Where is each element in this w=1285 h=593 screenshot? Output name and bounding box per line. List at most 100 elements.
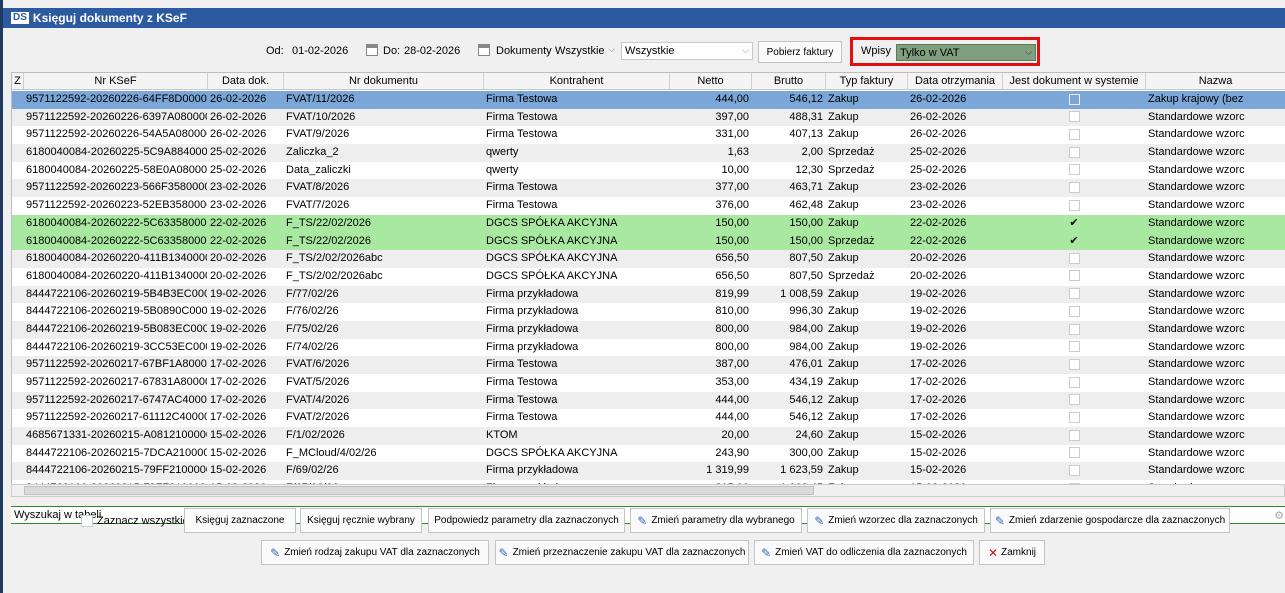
chevron-down-icon: ⌵: [742, 45, 749, 55]
zmien-rodzaj-button[interactable]: ✎ Zmień rodzaj zakupu VAT dla zaznaczonyc…: [261, 540, 489, 565]
table-cell: 150,00: [789, 216, 823, 229]
calendar-icon[interactable]: [366, 44, 378, 56]
column-header[interactable]: Netto: [670, 73, 752, 90]
table-header: Z Nr KSeF Data dok. Nr dokumentu Kontrahent N…: [12, 73, 1285, 90]
dokumenty-select[interactable]: Wszystkie ⌵: [552, 42, 618, 60]
table-cell: 353,00: [715, 376, 749, 388]
zmien-wzorzec-button[interactable]: ✎ Zmień wzorzec dla zaznaczonych: [807, 508, 985, 533]
checkbox-icon[interactable]: [1068, 323, 1080, 335]
checkbox-icon[interactable]: [1068, 270, 1080, 282]
column-header[interactable]: Data dok.: [208, 73, 284, 90]
column-header[interactable]: Nazwa: [1146, 73, 1285, 90]
table-row[interactable]: 9571122592-20260217-6747AC400000 17-02-20…: [12, 391, 1285, 410]
select-all-checkbox[interactable]: Zaznacz wszystkie: [81, 515, 189, 527]
table-cell: Zakup: [828, 181, 859, 194]
table-cell: FVAT/4/2026: [286, 393, 350, 406]
zmien-zdarzenie-button[interactable]: ✎ Zmień zdarzenie gospodarcze dla zaznacz…: [990, 508, 1230, 533]
table-cell: [12, 339, 24, 357]
table-cell: 9571122592-20260226-54A5A0800000: [26, 128, 208, 141]
table-row[interactable]: 8444722106-20260219-5B4B3EC00001 19-02-20…: [12, 285, 1285, 304]
table-cell: [1003, 250, 1146, 268]
column-header[interactable]: Jest dokument w systemie: [1003, 73, 1146, 90]
table-cell: F_TS/22/02/2026: [286, 216, 372, 229]
checkbox-icon[interactable]: [1068, 305, 1080, 317]
table-row[interactable]: 9571122592-20260217-61112C400000 17-02-20…: [12, 409, 1285, 428]
rodzaj-select[interactable]: Wszystkie ⌵: [621, 42, 753, 60]
table-cell: 17-02-2026: [210, 376, 267, 388]
od-date-field[interactable]: 01-02-2026: [289, 42, 365, 60]
zmien-vat-button[interactable]: ✎ Zmień VAT do odliczenia dla zaznaczonyc…: [754, 540, 974, 565]
table-row[interactable]: 6180040084-20260225-58E0A0800000 25-02-20…: [12, 161, 1285, 180]
column-header[interactable]: Brutto: [752, 73, 826, 90]
table-row[interactable]: 6180040084-20260220-411B13400000 20-02-20…: [12, 267, 1285, 286]
table-cell: [12, 303, 24, 321]
checkbox-icon[interactable]: [1068, 341, 1080, 353]
table-cell: 22-02-2026: [210, 216, 267, 229]
table-cell: Sprzedaż: [828, 163, 875, 176]
table-cell: 25-02-2026: [210, 146, 267, 159]
table-row[interactable]: 8444722106-20260215-79FF21000002 15-02-20…: [12, 462, 1285, 481]
do-date-field[interactable]: 28-02-2026: [401, 42, 477, 60]
table-row[interactable]: 9571122592-20260217-67BF1A800000 17-02-20…: [12, 356, 1285, 374]
column-header[interactable]: Data otrzymania: [908, 73, 1003, 90]
column-header[interactable]: Kontrahent: [484, 73, 670, 90]
table-row[interactable]: 8444722106-20260219-3CC53EC0000C 19-02-20…: [12, 338, 1285, 357]
checkbox-icon[interactable]: [1068, 411, 1080, 423]
zamknij-button[interactable]: ✕ Zamknij: [979, 540, 1045, 565]
column-header[interactable]: Z: [12, 73, 24, 90]
documents-table: Z Nr KSeF Data dok. Nr dokumentu Kontrahent N…: [11, 72, 1285, 485]
table-row[interactable]: 9571122592-20260223-566F35800000 23-02-20…: [12, 179, 1285, 198]
od-label: Od:: [266, 45, 284, 57]
zmien-parametry-button[interactable]: ✎ Zmień parametry dla wybranego: [630, 508, 802, 533]
checkbox-icon[interactable]: [1068, 182, 1080, 194]
checkbox-icon[interactable]: [1068, 93, 1080, 105]
table-cell: 800,00: [715, 322, 749, 335]
scrollbar-thumb[interactable]: [24, 486, 814, 495]
table-row[interactable]: 6180040084-20260222-5C6335800000 22-02-20…: [12, 214, 1285, 233]
checkbox-icon[interactable]: [1068, 447, 1080, 459]
table-row[interactable]: 9571122592-20260226-6397A0800000 26-02-20…: [12, 108, 1285, 127]
table-row[interactable]: 6180040084-20260225-5C9A88400000 25-02-20…: [12, 144, 1285, 162]
table-cell: qwerty: [486, 146, 519, 159]
checkbox-icon[interactable]: [1068, 111, 1080, 123]
table-row[interactable]: 8444722106-20260219-5B0890C00000 19-02-20…: [12, 303, 1285, 321]
table-cell: 26-02-2026: [210, 110, 267, 123]
table-row[interactable]: 9571122592-20260217-67831A800000 17-02-20…: [12, 374, 1285, 392]
checkbox-icon[interactable]: [1068, 465, 1080, 477]
table-row[interactable]: 8444722106-20260215-7DCA21000000 15-02-20…: [12, 444, 1285, 463]
checkmark-icon: ✔: [1069, 216, 1079, 229]
pobierz-faktury-button[interactable]: Pobierz faktury: [758, 41, 842, 63]
checkbox-icon[interactable]: [1068, 146, 1080, 158]
calendar-icon[interactable]: [478, 44, 490, 56]
table-row[interactable]: 4685671331-20260215-A08121000000 15-02-20…: [12, 427, 1285, 445]
wpisy-select[interactable]: Tylko w VAT ⌵: [896, 44, 1036, 61]
table-row[interactable]: 6180040084-20260222-5C6335800000 22-02-20…: [12, 232, 1285, 251]
checkbox-icon[interactable]: [1068, 376, 1080, 388]
checkbox-icon[interactable]: [1068, 288, 1080, 300]
checkbox-icon[interactable]: [1068, 128, 1080, 140]
checkbox-icon[interactable]: [1068, 164, 1080, 176]
column-header[interactable]: Nr KSeF: [24, 73, 208, 90]
horizontal-scrollbar[interactable]: [11, 484, 1285, 497]
podpowiedz-button[interactable]: Podpowiedz parametry dla zaznaczonych: [428, 508, 625, 533]
checkbox-icon[interactable]: [1068, 394, 1080, 406]
column-header[interactable]: Nr dokumentu: [284, 73, 484, 90]
checkbox-icon[interactable]: [1068, 429, 1080, 441]
table-cell: 1 008,59: [780, 287, 823, 300]
column-header[interactable]: Typ faktury: [826, 73, 908, 90]
gear-icon[interactable]: ⚙: [1274, 509, 1284, 522]
checkbox-icon[interactable]: [1068, 358, 1080, 370]
table-cell: [1003, 409, 1146, 427]
table-cell: Standardowe wzorc: [1148, 464, 1245, 477]
checkbox-icon[interactable]: [1068, 199, 1080, 211]
table-row[interactable]: 6180040084-20260220-411B13400000 20-02-20…: [12, 250, 1285, 268]
table-row[interactable]: 9571122592-20260223-52EB35800002 23-02-20…: [12, 197, 1285, 215]
checkbox-icon[interactable]: [81, 515, 93, 527]
checkbox-icon[interactable]: [1068, 252, 1080, 264]
ksieguj-zaznaczone-button[interactable]: Księguj zaznaczone: [184, 508, 296, 533]
table-row[interactable]: 9571122592-20260226-54A5A0800000 26-02-20…: [12, 126, 1285, 145]
zmien-przeznaczenie-button[interactable]: ✎ Zmień przeznaczenie zakupu VAT dla zazn…: [495, 540, 749, 565]
table-row[interactable]: 8444722106-20260219-5B083EC00000 19-02-20…: [12, 320, 1285, 339]
table-row[interactable]: 9571122592-20260226-64FF8D000000 26-02-20…: [12, 91, 1285, 109]
ksieguj-recznie-button[interactable]: Księguj ręcznie wybrany: [300, 508, 422, 533]
